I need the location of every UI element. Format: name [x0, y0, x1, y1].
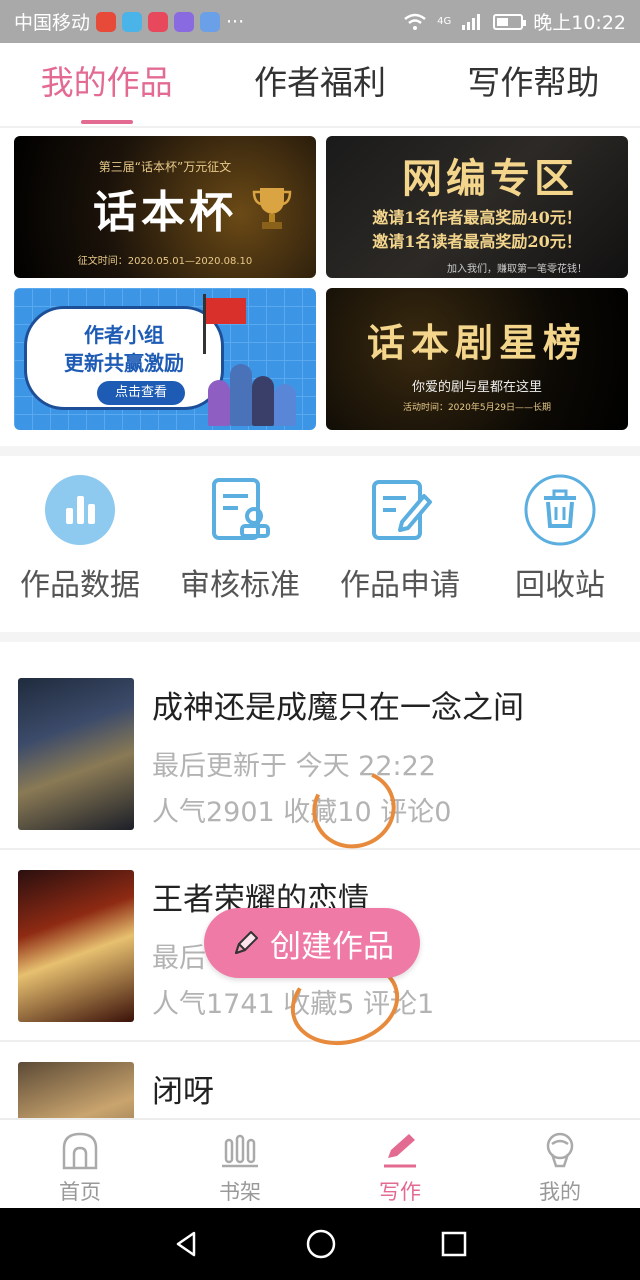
nav-label: 书架 — [219, 1180, 261, 1204]
banner-line: 邀请1名读者最高奖励20元！ — [372, 232, 582, 251]
nav-home[interactable]: 首页 — [0, 1120, 160, 1208]
banner-subtitle: 更新共赢激励 — [64, 351, 184, 375]
tool-work-data[interactable]: 作品数据 — [0, 466, 160, 604]
tab-writing-help[interactable]: 写作帮助 — [427, 43, 640, 126]
app-notification-icon — [96, 11, 117, 32]
signal-icon — [462, 13, 481, 30]
banner-author-group[interactable]: 作者小组 更新共赢激励 点击查看 — [14, 288, 316, 430]
banner-drama-star-list[interactable]: 话本剧星榜 你爱的剧与星都在这里 活动时间：2020年5月29日——长期 — [326, 288, 628, 430]
view-button[interactable]: 点击查看 — [97, 381, 185, 405]
bar-chart-icon — [45, 475, 115, 545]
trophy-icon — [252, 188, 292, 229]
carrier-label: 中国移动 — [14, 12, 91, 34]
tool-label: 审核标准 — [180, 568, 300, 603]
section-divider — [0, 446, 640, 456]
review-document-icon — [212, 478, 270, 540]
banner-subtitle: 第三届“话本杯”万元征文 — [98, 160, 232, 174]
tool-row: 作品数据 审核标准 作品申请 回收站 — [0, 466, 640, 604]
banner-subtitle: 你爱的剧与星都在这里 — [411, 380, 542, 395]
banner-title: 作者小组 — [84, 323, 164, 347]
active-tab-indicator — [80, 120, 133, 124]
back-icon[interactable] — [172, 1229, 202, 1259]
video-app-icon — [148, 11, 169, 32]
music-app-icon — [200, 11, 221, 32]
section-divider — [0, 632, 640, 642]
banner-huaben-cup[interactable]: 第三届“话本杯”万元征文 话本杯 征文时间：2020.05.01—2020.08… — [14, 136, 316, 278]
banner-footer: 加入我们，赚取第一笔零花钱！ — [447, 264, 587, 275]
work-update-time: 最后更新于 今天 22:22 — [152, 751, 436, 782]
banner-line: 邀请1名作者最高奖励40元！ — [372, 208, 582, 227]
list-item[interactable]: 闭呀 — [0, 1042, 640, 1118]
tool-label: 作品数据 — [20, 568, 140, 603]
banner-editor-zone[interactable]: 网编专区 邀请1名作者最高奖励40元！ 邀请1名读者最高奖励20元！ 加入我们，… — [326, 136, 628, 278]
tab-my-works[interactable]: 我的作品 — [0, 43, 213, 126]
tool-label: 作品申请 — [340, 568, 460, 603]
nav-label: 我的 — [539, 1180, 581, 1204]
app-notification-icon — [174, 11, 195, 32]
clock: 晚上10:22 — [533, 12, 626, 34]
top-tabs: 我的作品 作者福利 写作帮助 — [0, 43, 640, 128]
work-stats: 人气2901 收藏10 评论0 — [152, 797, 452, 828]
battery-icon — [493, 13, 527, 30]
create-work-label: 创建作品 — [270, 928, 394, 965]
home-circle-icon[interactable] — [305, 1228, 337, 1260]
book-cover — [18, 678, 134, 830]
system-nav-bar — [0, 1208, 640, 1280]
trash-icon — [524, 474, 596, 546]
tool-review-standard[interactable]: 审核标准 — [160, 466, 320, 604]
bookshelf-icon — [222, 1134, 258, 1168]
bottom-nav: 首页 书架 写作 我的 — [0, 1118, 640, 1208]
work-title: 闭呀 — [152, 1074, 214, 1110]
create-work-button[interactable]: 创建作品 — [204, 908, 420, 978]
banner-date: 征文时间：2020.05.01—2020.08.10 — [77, 256, 253, 267]
tab-label: 我的作品 — [40, 63, 173, 102]
flag-icon — [206, 298, 246, 324]
book-cover — [18, 870, 134, 1022]
nav-bookshelf[interactable]: 书架 — [160, 1120, 320, 1208]
banner-grid: 第三届“话本杯”万元征文 话本杯 征文时间：2020.05.01—2020.08… — [14, 136, 628, 430]
recents-icon[interactable] — [440, 1230, 468, 1258]
tool-label: 回收站 — [515, 568, 605, 603]
banner-title: 网编专区 — [402, 155, 578, 202]
banner-title: 话本剧星榜 — [366, 320, 587, 365]
work-list: 成神还是成魔只在一念之间 最后更新于 今天 22:22 人气2901 收藏10 … — [0, 658, 640, 1118]
tab-author-benefits[interactable]: 作者福利 — [213, 43, 426, 126]
tool-work-application[interactable]: 作品申请 — [320, 466, 480, 604]
status-bar: 中国移动 ··· 4G 晚上10:22 — [0, 0, 640, 43]
tool-recycle-bin[interactable]: 回收站 — [480, 466, 640, 604]
network-type: 4G — [437, 16, 452, 27]
nav-label: 写作 — [379, 1180, 421, 1204]
book-cover — [18, 1062, 134, 1118]
home-icon — [62, 1132, 98, 1170]
tab-label: 作者福利 — [253, 63, 386, 102]
banner-card: 作者小组 更新共赢激励 点击查看 — [24, 306, 224, 410]
banner-date: 活动时间：2020年5月29日——长期 — [402, 403, 552, 413]
people-illustration — [208, 356, 298, 426]
profile-icon — [546, 1132, 574, 1168]
more-notifications: ··· — [226, 10, 245, 33]
edit-document-icon — [372, 480, 432, 540]
work-title: 成神还是成魔只在一念之间 — [152, 690, 524, 726]
tab-label: 写作帮助 — [467, 63, 600, 102]
nav-profile[interactable]: 我的 — [480, 1120, 640, 1208]
nav-write[interactable]: 写作 — [320, 1120, 480, 1208]
wifi-icon — [404, 13, 426, 30]
work-update-time: 最后 — [152, 943, 206, 974]
pencil-icon — [235, 931, 258, 954]
nav-label: 首页 — [59, 1180, 101, 1204]
list-item[interactable]: 成神还是成魔只在一念之间 最后更新于 今天 22:22 人气2901 收藏10 … — [0, 658, 640, 861]
app-notification-icon — [122, 11, 143, 32]
pen-icon — [384, 1134, 416, 1168]
